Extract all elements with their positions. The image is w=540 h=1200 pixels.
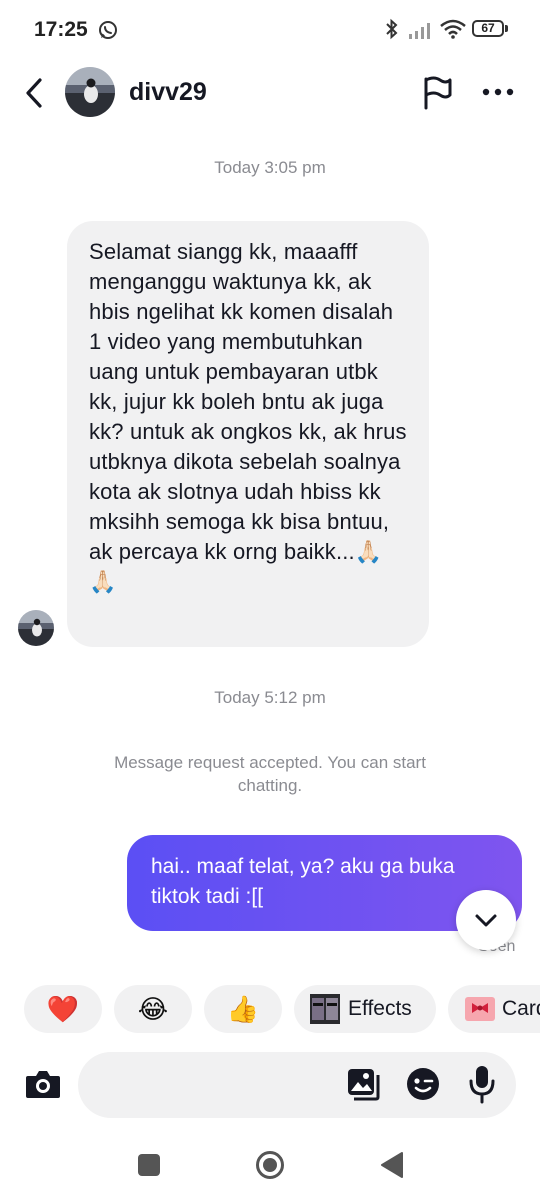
report-flag-icon[interactable] [420,75,454,111]
scroll-to-bottom-button[interactable] [456,890,516,950]
outgoing-message-text: hai.. maaf telat, ya? aku ga buka tiktok… [151,855,455,908]
sender-avatar[interactable] [18,610,54,646]
battery-indicator: 67 [472,20,504,37]
more-options-icon[interactable] [480,82,516,102]
chat-username[interactable]: divv29 [129,78,207,107]
card-label: Card [502,997,540,1020]
wifi-icon [440,19,466,39]
card-bow-icon [465,997,495,1021]
bluetooth-icon [386,18,398,40]
camera-icon[interactable] [24,1067,62,1101]
quick-reply-thumbs-up[interactable]: 👍 [204,985,282,1033]
home-button[interactable] [255,1150,285,1180]
incoming-message-bubble[interactable]: Selamat siangg kk, maaafff menganggu wak… [67,221,429,647]
recent-apps-button[interactable] [138,1154,160,1176]
status-time: 17:25 [34,18,88,41]
effects-label: Effects [348,997,412,1020]
battery-tip [505,25,508,32]
microphone-icon[interactable] [468,1064,496,1104]
system-message: Message request accepted. You can start … [114,753,426,795]
emoji-sticker-icon[interactable] [405,1066,441,1102]
incoming-message-text: Selamat siangg kk, maaafff menganggu wak… [89,239,407,594]
signal-icon [409,23,430,39]
avatar[interactable] [65,67,115,117]
quick-reply-laugh[interactable]: 😂 [114,985,192,1033]
chevron-down-icon [475,914,497,927]
effects-thumbnail-icon [310,994,340,1024]
card-chip[interactable]: Card [448,985,540,1033]
quick-reply-heart[interactable]: ❤️ [24,985,102,1033]
message-input[interactable] [78,1052,516,1118]
message-timestamp: Today 5:12 pm [214,688,326,707]
whatsapp-notification-icon [99,21,117,39]
back-arrow-icon[interactable] [20,76,50,110]
gallery-image-icon[interactable] [346,1067,380,1101]
message-timestamp: Today 3:05 pm [214,158,326,177]
effects-chip[interactable]: Effects [294,985,436,1033]
system-back-button[interactable] [380,1151,404,1179]
